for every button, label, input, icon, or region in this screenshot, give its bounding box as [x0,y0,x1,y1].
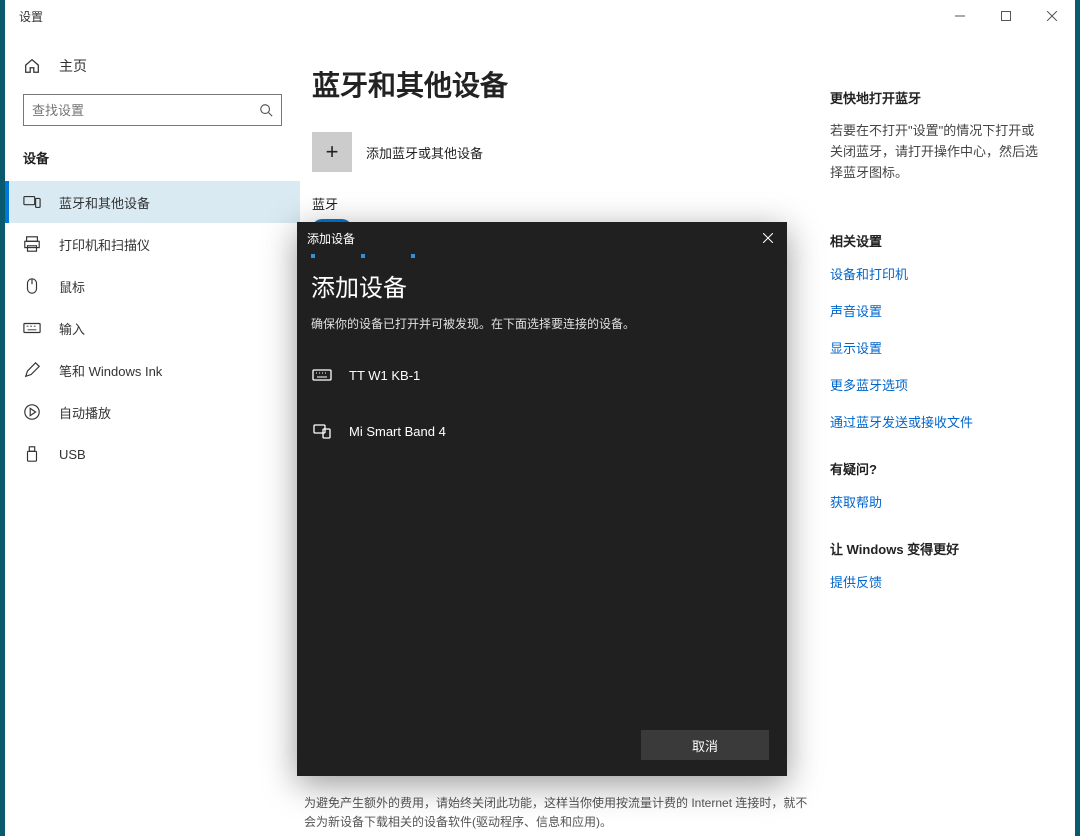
dot-icon [311,254,315,258]
sidebar-item-label: USB [59,447,86,462]
quick-open-body: 若要在不打开"设置"的情况下打开或关闭蓝牙，请打开操作中心，然后选择蓝牙图标。 [830,121,1043,183]
minimize-button[interactable] [937,0,983,32]
search-input-container[interactable] [23,94,282,126]
dot-icon [361,254,365,258]
close-button[interactable] [1029,0,1075,32]
improve-heading: 让 Windows 变得更好 [830,539,1043,558]
dialog-close-button[interactable] [753,228,783,248]
link-get-help[interactable]: 获取帮助 [830,492,1043,511]
dialog-title: 添加设备 [311,268,773,303]
minimize-icon [955,11,965,21]
close-icon [763,233,773,243]
window-title: 设置 [19,8,43,25]
sidebar: 主页 设备 蓝牙和其他设备 打印机和扫描仪 [5,32,300,836]
question-links: 获取帮助 [830,492,1043,511]
link-feedback[interactable]: 提供反馈 [830,572,1043,591]
metered-info-text: 为避免产生额外的费用，请始终关闭此功能，这样当你使用按流量计费的 Interne… [300,794,830,836]
sidebar-item-label: 自动播放 [59,403,111,422]
sidebar-item-bluetooth-devices[interactable]: 蓝牙和其他设备 [5,181,300,223]
search-input[interactable] [32,103,259,118]
link-devices-printers[interactable]: 设备和打印机 [830,264,1043,283]
cancel-button[interactable]: 取消 [641,730,769,760]
question-heading: 有疑问? [830,459,1043,478]
sidebar-item-label: 鼠标 [59,277,85,296]
dot-icon [411,254,415,258]
sidebar-item-label: 笔和 Windows Ink [59,361,162,380]
dialog-description: 确保你的设备已打开并可被发现。在下面选择要连接的设备。 [311,315,773,332]
maximize-icon [1001,11,1011,21]
sidebar-item-mouse[interactable]: 鼠标 [5,265,300,307]
sidebar-item-autoplay[interactable]: 自动播放 [5,391,300,433]
keyboard-icon [23,319,41,337]
search-icon [259,103,273,117]
titlebar: 设置 [5,0,1075,32]
quick-open-heading: 更快地打开蓝牙 [830,88,1043,107]
autoplay-icon [23,403,41,421]
related-links: 设备和打印机 声音设置 显示设置 更多蓝牙选项 通过蓝牙发送或接收文件 [830,264,1043,431]
home-icon [23,57,41,75]
printer-icon [23,235,41,253]
dialog-titlebar: 添加设备 [297,222,787,254]
link-display-settings[interactable]: 显示设置 [830,338,1043,357]
sidebar-item-typing[interactable]: 输入 [5,307,300,349]
devices-icon [23,193,41,211]
sidebar-item-label: 输入 [59,319,85,338]
pen-icon [23,361,41,379]
dialog-titlebar-text: 添加设备 [307,230,355,247]
link-more-bt-options[interactable]: 更多蓝牙选项 [830,375,1043,394]
sidebar-item-label: 打印机和扫描仪 [59,235,150,254]
device-item-band[interactable]: Mi Smart Band 4 [311,410,773,466]
home-button[interactable]: 主页 [5,46,300,86]
link-sound-settings[interactable]: 声音设置 [830,301,1043,320]
close-icon [1047,11,1057,21]
device-name: Mi Smart Band 4 [349,424,446,439]
add-device-dialog: 添加设备 添加设备 确保你的设备已打开并可被发现。在下面选择要连接的设备。 TT… [297,222,787,776]
sidebar-item-pen-ink[interactable]: 笔和 Windows Ink [5,349,300,391]
sidebar-item-usb[interactable]: USB [5,433,300,475]
progress-dots [297,254,787,268]
bluetooth-label: 蓝牙 [312,194,806,213]
sidebar-item-printers[interactable]: 打印机和扫描仪 [5,223,300,265]
usb-icon [23,445,41,463]
related-settings-heading: 相关设置 [830,231,1043,250]
category-header: 设备 [5,142,300,181]
window-controls [937,0,1075,32]
home-label: 主页 [59,56,87,76]
add-device-row[interactable]: + 添加蓝牙或其他设备 [312,132,806,172]
dialog-footer: 取消 [297,718,787,776]
right-column: 更快地打开蓝牙 若要在不打开"设置"的情况下打开或关闭蓝牙，请打开操作中心，然后… [830,32,1075,836]
dialog-body: 添加设备 确保你的设备已打开并可被发现。在下面选择要连接的设备。 TT W1 K… [297,268,787,718]
plus-icon: + [312,132,352,172]
device-generic-icon [311,420,333,442]
maximize-button[interactable] [983,0,1029,32]
sidebar-item-label: 蓝牙和其他设备 [59,193,150,212]
device-name: TT W1 KB-1 [349,368,420,383]
add-device-label: 添加蓝牙或其他设备 [366,143,483,162]
keyboard-icon [311,364,333,386]
improve-links: 提供反馈 [830,572,1043,591]
page-title: 蓝牙和其他设备 [312,64,806,104]
device-item-keyboard[interactable]: TT W1 KB-1 [311,354,773,410]
link-bt-send-receive[interactable]: 通过蓝牙发送或接收文件 [830,412,1043,431]
mouse-icon [23,277,41,295]
